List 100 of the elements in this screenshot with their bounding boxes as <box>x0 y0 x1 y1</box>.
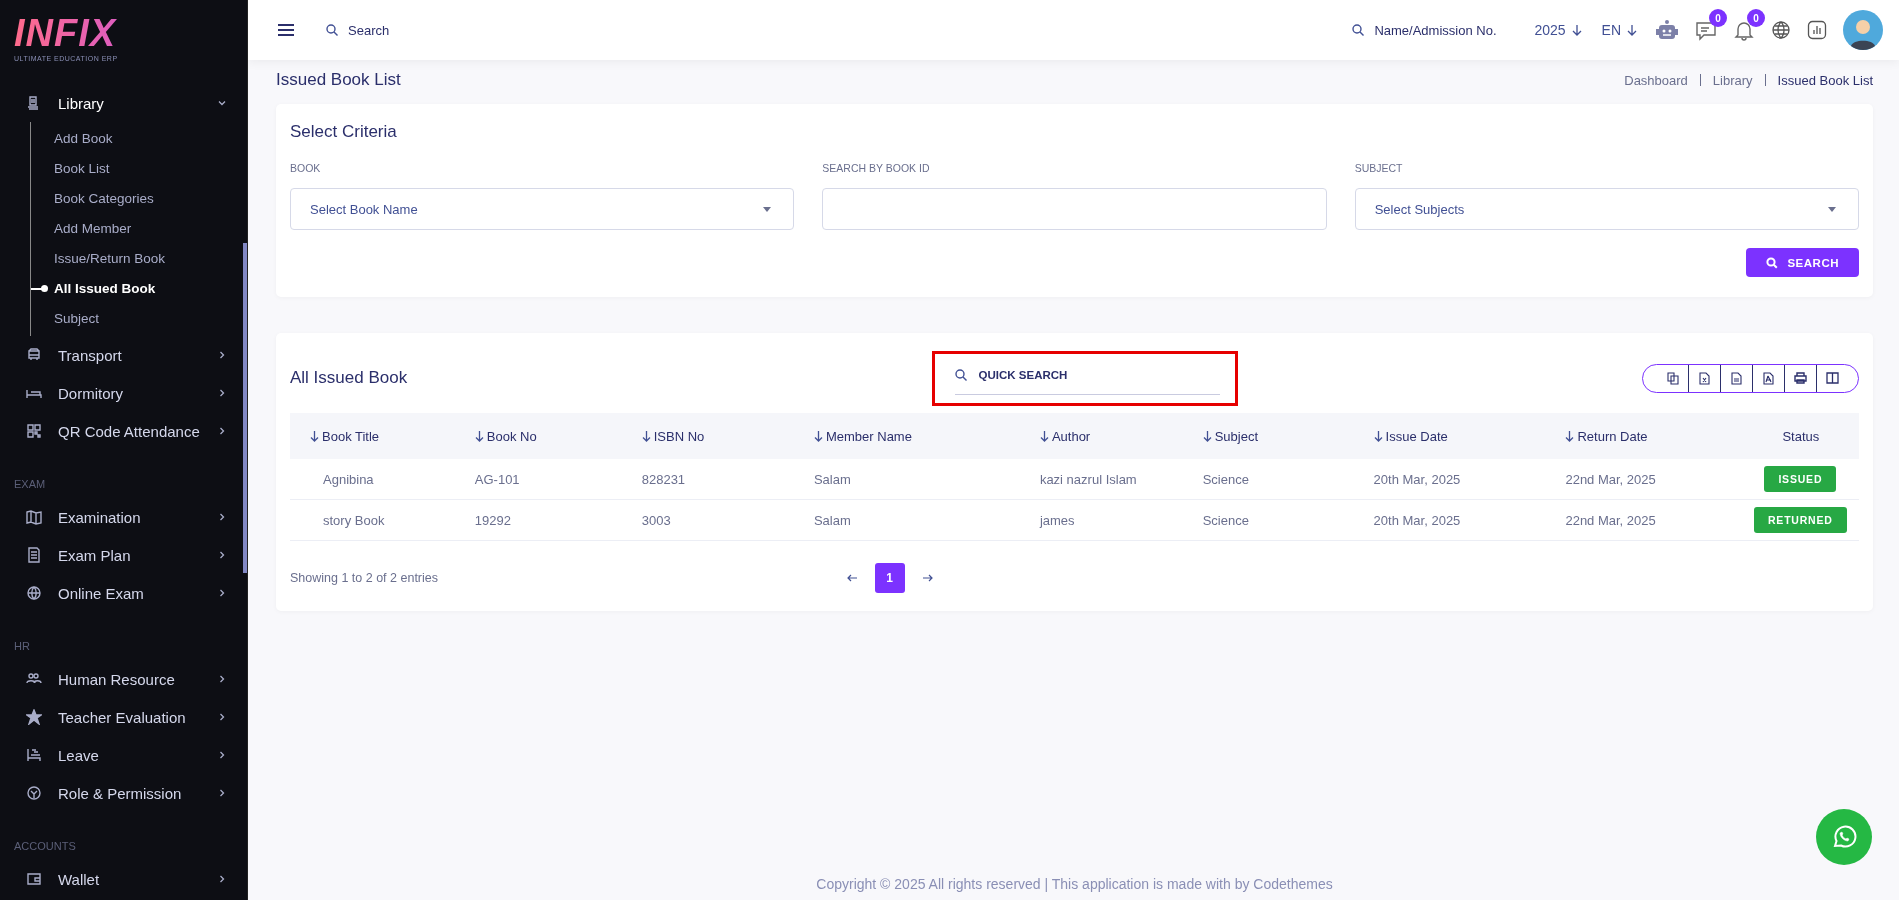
robot-icon[interactable] <box>1655 19 1679 41</box>
table-cell: kazi nazrul Islam <box>1039 471 1137 487</box>
chevron-icon <box>217 350 227 360</box>
next-page-icon[interactable] <box>922 574 933 582</box>
submenu-item[interactable]: Issue/Return Book <box>31 244 247 274</box>
table-cell: 19292 <box>474 512 511 528</box>
search-icon <box>1352 24 1365 36</box>
nav-item[interactable]: Online Exam <box>0 574 247 612</box>
search-icon <box>954 368 967 381</box>
column-header[interactable]: Subject <box>1182 413 1354 459</box>
select-field[interactable]: Select Book Name <box>290 188 795 230</box>
bell-icon[interactable] <box>1733 19 1755 41</box>
column-header[interactable]: Return Date <box>1545 413 1743 459</box>
copy-icon[interactable] <box>1666 371 1679 385</box>
nav-item[interactable]: Teacher Evaluation <box>0 698 247 736</box>
chevron-icon <box>217 674 227 684</box>
submenu-item[interactable]: Subject <box>31 304 247 334</box>
card-title: All Issued Book <box>290 368 408 388</box>
arrow-down-icon <box>1627 24 1637 36</box>
search-icon <box>1766 256 1779 269</box>
star-icon <box>26 709 42 725</box>
submenu-item[interactable]: Add Book <box>31 124 247 154</box>
table-cell: 22nd Mar, 2025 <box>1565 512 1656 528</box>
chart-icon[interactable] <box>1807 20 1827 40</box>
wallet-icon <box>26 871 42 887</box>
column-header[interactable]: ISBN No <box>621 413 794 459</box>
field-label: BOOK <box>290 162 322 174</box>
page-button[interactable]: 1 <box>874 563 905 593</box>
chevron-icon <box>217 788 227 798</box>
search-icon <box>326 24 338 36</box>
arrow-down-icon <box>1571 24 1582 36</box>
footer-text: Copyright © 2025 All rights reserved | This application is made with by Codethemes <box>815 876 1334 894</box>
nav-item[interactable]: Wallet <box>0 860 247 898</box>
table-cell: 828231 <box>641 471 686 487</box>
nav-item[interactable]: Exam Plan <box>0 536 247 574</box>
chevron-icon <box>217 426 227 436</box>
table-cell: Agnibina <box>323 471 374 487</box>
arrow-down-icon <box>641 430 651 442</box>
section-label: ACCOUNTS <box>13 839 77 854</box>
select-field[interactable]: Select Subjects <box>1354 188 1859 230</box>
table-cell: 3003 <box>641 512 671 528</box>
nav-item[interactable]: Examination <box>0 498 247 536</box>
table-cell: james <box>1039 512 1075 528</box>
breadcrumb-link[interactable]: Dashboard <box>1624 72 1688 88</box>
column-header[interactable]: Issue Date <box>1353 413 1546 459</box>
chevron-icon <box>217 512 227 522</box>
submenu-item[interactable]: Book Categories <box>31 184 247 214</box>
notification-count-badge: 0 <box>1747 9 1765 27</box>
nav-item[interactable]: Leave <box>0 736 247 774</box>
submenu-item[interactable]: Add Member <box>31 214 247 244</box>
submenu-item[interactable]: All Issued Book <box>31 274 247 304</box>
qr-code-icon <box>26 423 42 439</box>
chevron-icon <box>217 388 227 398</box>
menu-icon[interactable] <box>278 23 294 37</box>
nav-item[interactable]: Human Resource <box>0 660 247 698</box>
column-header[interactable]: Author <box>1019 413 1183 459</box>
avatar[interactable] <box>1843 10 1883 50</box>
nav-item[interactable]: QR Code Attendance <box>0 412 247 450</box>
caret-icon <box>1828 206 1836 212</box>
year-dropdown[interactable]: 2025 <box>1532 22 1584 38</box>
bus-icon <box>26 347 42 363</box>
arrow-down-icon <box>1039 430 1049 442</box>
field-label: SEARCH BY BOOK ID <box>822 162 931 174</box>
nav-item[interactable]: Library <box>0 84 247 122</box>
input-field[interactable] <box>822 188 1327 230</box>
spreadsheet-file-icon[interactable] <box>1699 371 1710 385</box>
language-dropdown[interactable]: EN <box>1599 22 1639 38</box>
table-cell: 20th Mar, 2025 <box>1373 512 1461 528</box>
nav-item[interactable]: Transport <box>0 336 247 374</box>
search-button[interactable]: SEARCH <box>1746 248 1859 277</box>
chat-button[interactable] <box>1816 809 1872 865</box>
text-file-icon[interactable] <box>1731 371 1742 385</box>
breadcrumb-link[interactable]: Library <box>1712 72 1753 88</box>
arrow-down-icon <box>1373 430 1383 442</box>
table-cell: AG-101 <box>474 471 520 487</box>
pdf-file-icon[interactable] <box>1763 371 1774 385</box>
table-cell: Science <box>1202 512 1249 528</box>
print-icon[interactable] <box>1794 372 1807 384</box>
table-cell: Science <box>1202 471 1249 487</box>
column-header[interactable]: Book No <box>454 413 622 459</box>
column-header[interactable]: Member Name <box>793 413 1020 459</box>
message-count-badge: 0 <box>1709 9 1727 27</box>
globe-icon[interactable] <box>1771 20 1791 40</box>
chevron-icon <box>217 550 227 560</box>
chevron-icon <box>217 98 227 108</box>
nav-item[interactable]: Dormitory <box>0 374 247 412</box>
bed-icon <box>26 747 42 763</box>
chevron-icon <box>217 750 227 760</box>
chevron-icon <box>217 712 227 722</box>
column-header[interactable]: Book Title <box>290 413 455 459</box>
globe-icon <box>26 585 42 601</box>
previous-page-icon[interactable] <box>846 574 857 582</box>
submenu-item[interactable]: Book List <box>31 154 247 184</box>
nav-item[interactable]: Role & Permission <box>0 774 247 812</box>
scrollbar-thumb[interactable] <box>243 243 247 573</box>
chat-icon[interactable] <box>1695 19 1717 41</box>
arrow-down-icon <box>813 430 823 442</box>
table-cell: story Book <box>323 512 385 528</box>
status-badge: ISSUED <box>1764 466 1837 492</box>
columns-icon[interactable] <box>1826 372 1839 384</box>
